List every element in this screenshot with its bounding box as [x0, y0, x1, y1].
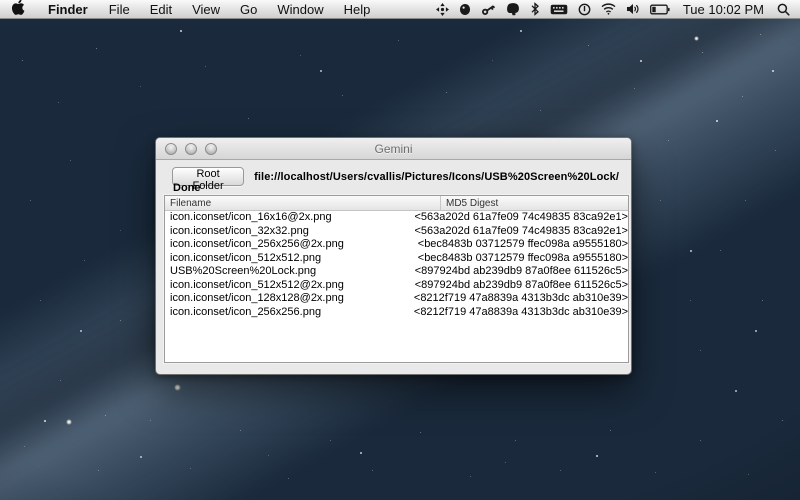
- md5-cell: <8212f719 47a8839a 4313b3dc ab310e39>: [409, 306, 628, 320]
- md5-cell: <563a202d 61a7fe09 74c49835 83ca92e1>: [410, 211, 629, 225]
- toolbar-row: Root Folder file://localhost/Users/cvall…: [172, 167, 619, 186]
- table-header-row: Filename MD5 Digest: [165, 196, 628, 211]
- table-row[interactable]: icon.iconset/icon_256x256.png <8212f719 …: [165, 306, 628, 320]
- filename-cell: icon.iconset/icon_512x512.png: [165, 252, 413, 266]
- menu-bar: Finder File Edit View Go Window Help: [0, 0, 800, 19]
- table-row[interactable]: USB%20Screen%20Lock.png <897924bd ab239d…: [165, 265, 628, 279]
- battery-icon[interactable]: [645, 0, 675, 18]
- table-body: icon.iconset/icon_16x16@2x.png <563a202d…: [165, 211, 628, 319]
- status-label: Done: [173, 182, 201, 194]
- window-title: Gemini: [374, 142, 412, 156]
- menu-view[interactable]: View: [182, 0, 230, 18]
- spotlight-icon[interactable]: [772, 0, 800, 18]
- menu-help[interactable]: Help: [334, 0, 381, 18]
- menu-go[interactable]: Go: [230, 0, 267, 18]
- traffic-lights: [165, 143, 217, 155]
- elephant-icon[interactable]: [501, 0, 525, 18]
- menu-bar-status-area: Tue 10:02 PM: [431, 0, 800, 18]
- md5-cell: <897924bd ab239db9 87a0f8ee 611526c5>: [410, 265, 628, 279]
- menu-window[interactable]: Window: [267, 0, 333, 18]
- zoom-button[interactable]: [205, 143, 217, 155]
- menu-finder[interactable]: Finder: [37, 0, 99, 18]
- apple-menu[interactable]: [0, 0, 37, 18]
- bluetooth-icon[interactable]: [525, 0, 545, 18]
- apple-logo-icon: [12, 0, 25, 18]
- md5-cell: <8212f719 47a8839a 4313b3dc ab310e39>: [409, 292, 628, 306]
- md5-cell: <bec8483b 03712579 ffec098a a9555180>: [413, 252, 628, 266]
- root-folder-path: file://localhost/Users/cvallis/Pictures/…: [254, 171, 619, 183]
- results-table: Filename MD5 Digest icon.iconset/icon_16…: [164, 195, 629, 363]
- window-titlebar[interactable]: Gemini: [156, 138, 631, 160]
- filename-cell: USB%20Screen%20Lock.png: [165, 265, 410, 279]
- circled-one-icon[interactable]: [573, 0, 596, 18]
- menu-edit[interactable]: Edit: [140, 0, 182, 18]
- md5-cell: <897924bd ab239db9 87a0f8ee 611526c5>: [410, 279, 628, 293]
- table-row[interactable]: icon.iconset/icon_16x16@2x.png <563a202d…: [165, 211, 628, 225]
- md5-cell: <bec8483b 03712579 ffec098a a9555180>: [413, 238, 628, 252]
- md5-cell: <563a202d 61a7fe09 74c49835 83ca92e1>: [410, 225, 629, 239]
- column-header-filename[interactable]: Filename: [165, 196, 441, 210]
- menu-file[interactable]: File: [99, 0, 140, 18]
- dark-blob-icon[interactable]: [454, 0, 476, 18]
- volume-icon[interactable]: [621, 0, 645, 18]
- close-button[interactable]: [165, 143, 177, 155]
- table-row[interactable]: icon.iconset/icon_512x512.png <bec8483b …: [165, 252, 628, 266]
- menu-bar-clock[interactable]: Tue 10:02 PM: [675, 2, 772, 17]
- table-row[interactable]: icon.iconset/icon_256x256@2x.png <bec848…: [165, 238, 628, 252]
- filename-cell: icon.iconset/icon_128x128@2x.png: [165, 292, 409, 306]
- gemini-window: Gemini Root Folder file://localhost/User…: [155, 137, 632, 375]
- filename-cell: icon.iconset/icon_256x256.png: [165, 306, 409, 320]
- minimize-button[interactable]: [185, 143, 197, 155]
- wifi-icon[interactable]: [596, 0, 621, 18]
- filename-cell: icon.iconset/icon_16x16@2x.png: [165, 211, 410, 225]
- menu-bar-left: Finder File Edit View Go Window Help: [0, 0, 380, 18]
- table-row[interactable]: icon.iconset/icon_512x512@2x.png <897924…: [165, 279, 628, 293]
- keyboard-icon[interactable]: [545, 0, 573, 18]
- filename-cell: icon.iconset/icon_512x512@2x.png: [165, 279, 410, 293]
- filename-cell: icon.iconset/icon_256x256@2x.png: [165, 238, 413, 252]
- key-icon[interactable]: [476, 0, 501, 18]
- table-row[interactable]: icon.iconset/icon_32x32.png <563a202d 61…: [165, 225, 628, 239]
- column-header-md5[interactable]: MD5 Digest: [441, 196, 628, 210]
- table-row[interactable]: icon.iconset/icon_128x128@2x.png <8212f7…: [165, 292, 628, 306]
- four-arrows-icon[interactable]: [431, 0, 454, 18]
- filename-cell: icon.iconset/icon_32x32.png: [165, 225, 410, 239]
